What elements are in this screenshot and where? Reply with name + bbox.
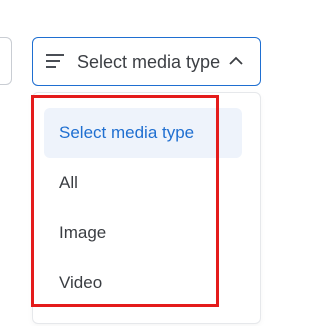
option-select-media-type[interactable]: Select media type <box>44 108 242 158</box>
filter-lines-icon <box>45 53 65 69</box>
select-value-label: Select media type <box>77 52 221 72</box>
option-all[interactable]: All <box>44 158 242 208</box>
adjacent-input[interactable] <box>0 37 12 85</box>
media-type-options-menu: Select media type All Image Video <box>32 92 261 324</box>
media-type-select-screen: Select media type Select media type All … <box>0 0 295 326</box>
option-video[interactable]: Video <box>44 258 242 308</box>
option-image[interactable]: Image <box>44 208 242 258</box>
chevron-up-icon[interactable] <box>229 53 243 65</box>
media-type-select[interactable]: Select media type <box>32 37 261 86</box>
